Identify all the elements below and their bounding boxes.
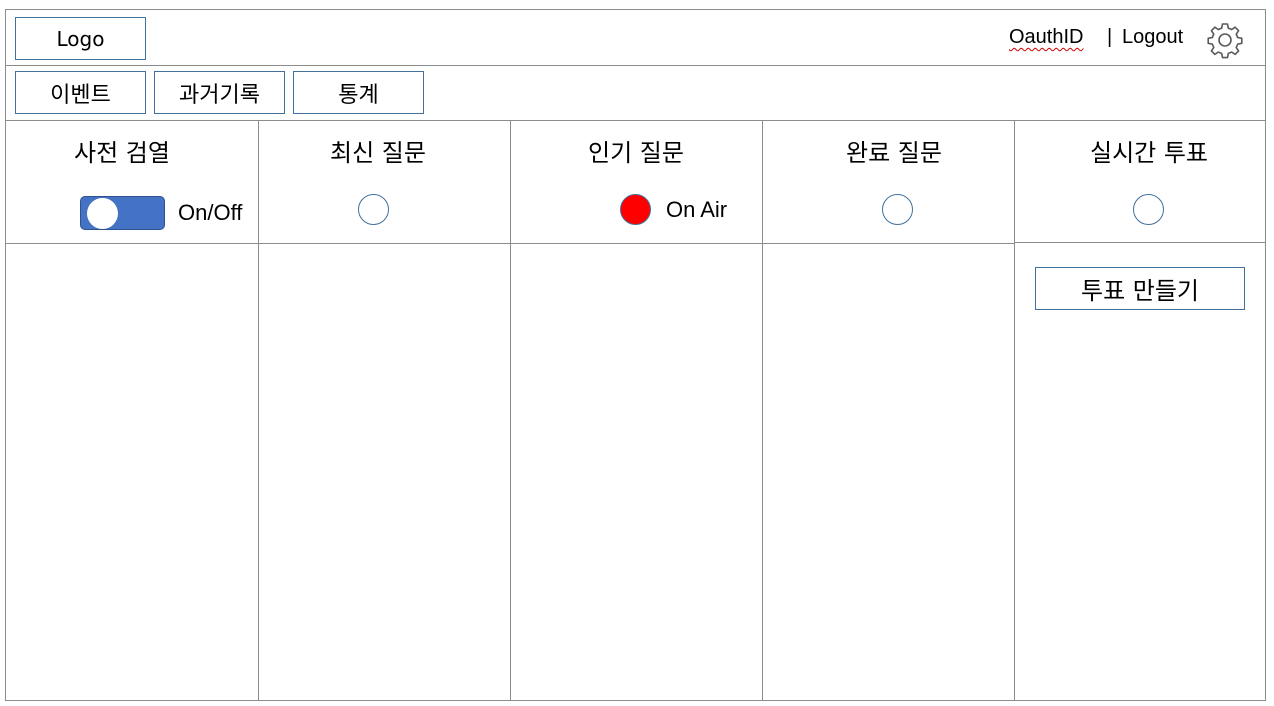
tab-history[interactable]: 과거기록 (154, 71, 285, 114)
column-divider-3 (762, 120, 763, 701)
user-id: OauthID (1009, 26, 1084, 48)
column-header-divider-poll (1014, 242, 1266, 243)
column-title-precensor: 사전 검열 (74, 139, 170, 167)
column-title-latest: 최신 질문 (330, 139, 426, 167)
column-title-popular: 인기 질문 (588, 139, 684, 167)
column-divider-1 (258, 120, 259, 701)
tab-stats[interactable]: 통계 (293, 71, 424, 114)
nav-divider (5, 120, 1266, 121)
column-title-completed: 완료 질문 (846, 139, 942, 167)
on-air-label: On Air (666, 197, 728, 222)
toggle-knob (87, 198, 118, 229)
completed-radio[interactable] (882, 194, 913, 225)
logout-link[interactable]: Logout (1122, 26, 1183, 49)
logo[interactable]: Logo (15, 17, 146, 60)
column-divider-4 (1014, 120, 1015, 701)
tab-events[interactable]: 이벤트 (15, 71, 146, 114)
precensor-toggle[interactable] (80, 196, 165, 230)
column-divider-2 (510, 120, 511, 701)
latest-radio[interactable] (358, 194, 389, 225)
gear-icon[interactable] (1206, 21, 1244, 59)
header-separator: | (1107, 26, 1113, 48)
toggle-label: On/Off (178, 200, 243, 225)
popular-on-air-indicator[interactable] (620, 194, 651, 225)
create-poll-button[interactable]: 투표 만들기 (1035, 267, 1245, 310)
column-title-live-poll: 실시간 투표 (1089, 139, 1209, 167)
live-poll-radio[interactable] (1133, 194, 1164, 225)
header-divider (5, 65, 1266, 66)
